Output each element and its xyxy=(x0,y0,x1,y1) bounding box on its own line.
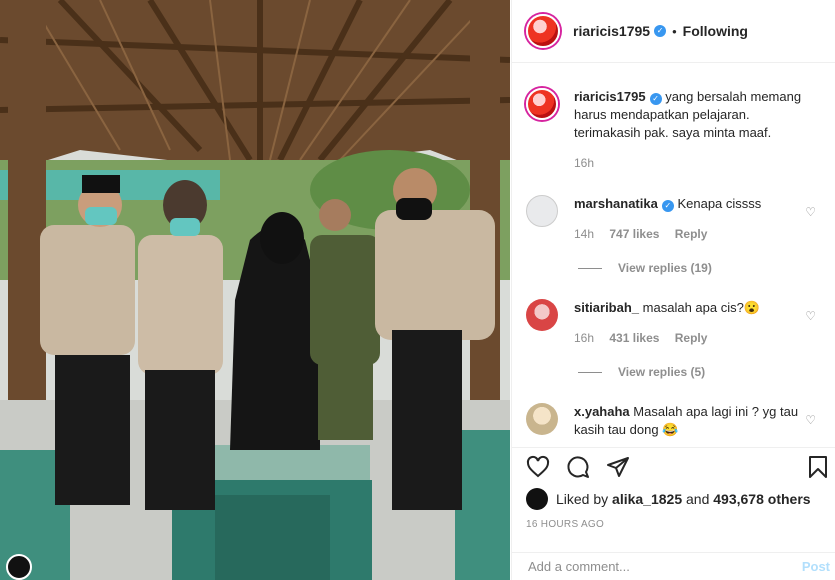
comment-username[interactable]: x.yahaha xyxy=(574,404,630,419)
comments-list[interactable]: riaricis1795 ✓ yang bersalah memang harus… xyxy=(512,63,835,447)
save-icon[interactable] xyxy=(806,455,830,479)
verified-icon: ✓ xyxy=(649,93,662,105)
caption-author-avatar[interactable] xyxy=(526,88,558,120)
comment-likes[interactable]: 747 likes xyxy=(609,227,659,241)
header-separator: • xyxy=(672,23,677,39)
liked-by-prefix: Liked by xyxy=(556,491,609,507)
comment-text: Kenapa cissss xyxy=(677,196,762,211)
liked-by-user[interactable]: alika_1825 xyxy=(612,491,682,507)
liked-by: Liked by alika_1825 and 493,678 others xyxy=(526,488,811,510)
caption-time[interactable]: 16h xyxy=(574,156,594,170)
commenter-avatar[interactable] xyxy=(526,195,558,227)
liker-avatar[interactable] xyxy=(526,488,548,510)
reply-button[interactable]: Reply xyxy=(675,331,708,345)
author-avatar[interactable] xyxy=(526,14,560,48)
view-replies-button[interactable]: View replies (19) xyxy=(578,261,712,275)
post-actions: Liked by alika_1825 and 493,678 others 1… xyxy=(512,447,835,541)
comment-item: sitiaribah_ masalah apa cis?😮 16h 431 li… xyxy=(526,299,822,347)
post-timestamp[interactable]: 16 HOURS AGO xyxy=(526,519,604,530)
post-side-panel: riaricis1795 ✓ • Following riaricis1795 ✓… xyxy=(511,0,835,580)
comment-time[interactable]: 16h xyxy=(574,331,594,345)
tagged-user-avatar[interactable] xyxy=(6,554,32,580)
verified-icon: ✓ xyxy=(661,200,674,212)
post-header: riaricis1795 ✓ • Following xyxy=(512,0,835,63)
caption-meta: 16h xyxy=(574,154,804,172)
comment-icon[interactable] xyxy=(566,455,590,479)
post-photo[interactable] xyxy=(0,0,510,580)
comment-meta: 14h 747 likes Reply xyxy=(574,225,804,243)
comment-username[interactable]: marshanatika xyxy=(574,196,658,211)
view-replies-button[interactable]: View replies (5) xyxy=(578,365,705,379)
comment-like-heart-icon[interactable]: ♡ xyxy=(805,413,816,427)
comment-time[interactable]: 14h xyxy=(574,227,594,241)
verified-icon: ✓ xyxy=(654,25,667,37)
action-icons xyxy=(526,455,630,479)
heart-icon[interactable] xyxy=(526,455,550,479)
comment-username[interactable]: sitiaribah_ xyxy=(574,300,639,315)
comment-text: masalah apa cis?😮 xyxy=(642,300,761,315)
caption: riaricis1795 ✓ yang bersalah memang harus… xyxy=(526,88,822,172)
comment-like-heart-icon[interactable]: ♡ xyxy=(805,205,816,219)
comment-likes[interactable]: 431 likes xyxy=(609,331,659,345)
following-button[interactable]: Following xyxy=(683,23,748,39)
liked-by-middle: and xyxy=(686,491,710,507)
caption-username[interactable]: riaricis1795 xyxy=(574,89,646,104)
reply-button[interactable]: Reply xyxy=(675,227,708,241)
comment-item: marshanatika ✓ Kenapa cissss 14h 747 like… xyxy=(526,195,822,243)
comment-meta: 16h 431 likes Reply xyxy=(574,329,804,347)
comment-like-heart-icon[interactable]: ♡ xyxy=(805,309,816,323)
author-username[interactable]: riaricis1795 xyxy=(573,23,650,39)
view-replies-label: View replies (5) xyxy=(618,365,706,379)
post-button[interactable]: Post xyxy=(802,559,830,574)
replies-divider xyxy=(578,371,602,373)
view-replies-label: View replies (19) xyxy=(618,261,712,275)
liked-by-others[interactable]: 493,678 others xyxy=(713,491,810,507)
share-icon[interactable] xyxy=(606,455,630,479)
comment-input[interactable] xyxy=(528,559,768,574)
post-image xyxy=(0,0,510,580)
comment-item: x.yahaha Masalah apa lagi ini ? yg tau k… xyxy=(526,403,822,439)
commenter-avatar[interactable] xyxy=(526,403,558,435)
replies-divider xyxy=(578,267,602,269)
add-comment-bar: Post xyxy=(512,552,835,580)
commenter-avatar[interactable] xyxy=(526,299,558,331)
